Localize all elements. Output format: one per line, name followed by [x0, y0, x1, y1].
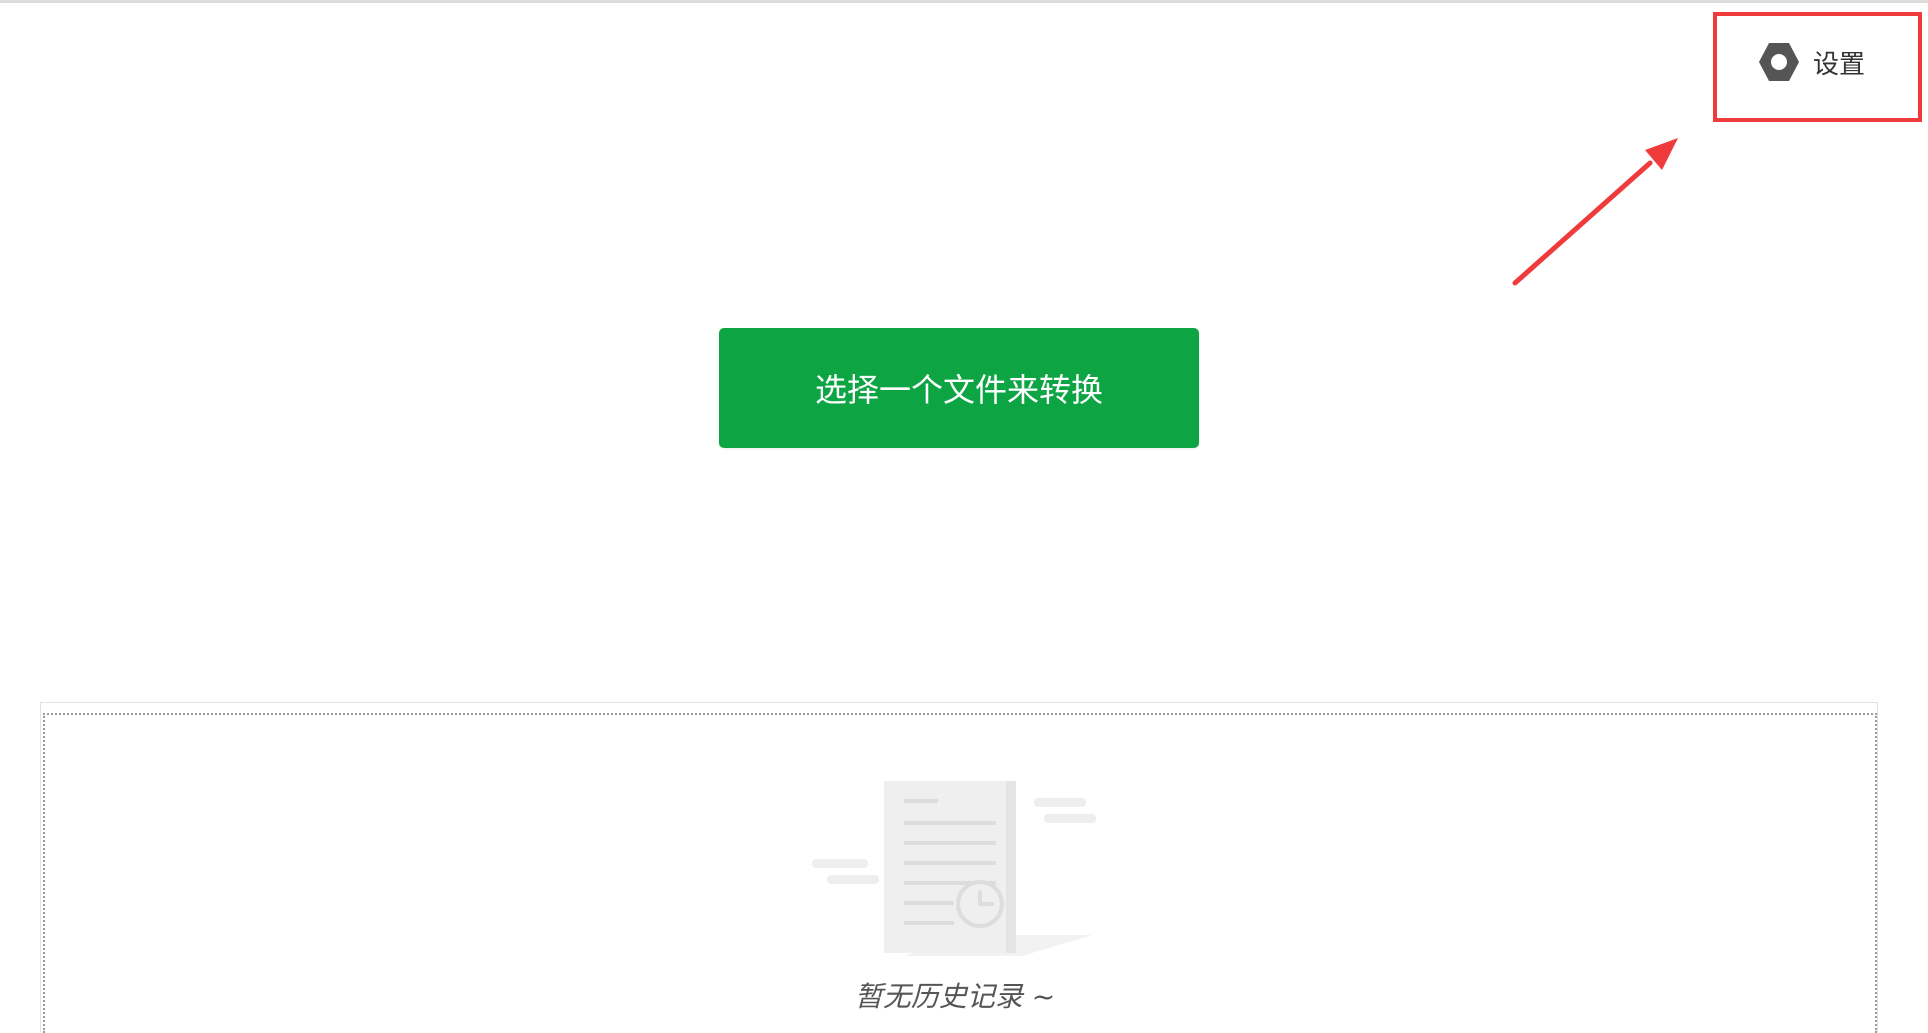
select-file-to-convert-button[interactable]: 选择一个文件来转换 [719, 328, 1199, 448]
empty-document-clock-icon [812, 781, 1096, 956]
annotation-highlight-box [1713, 12, 1922, 122]
window-top-edge [0, 0, 1928, 3]
empty-history-message: 暂无历史记录 ~ [854, 980, 1056, 1013]
